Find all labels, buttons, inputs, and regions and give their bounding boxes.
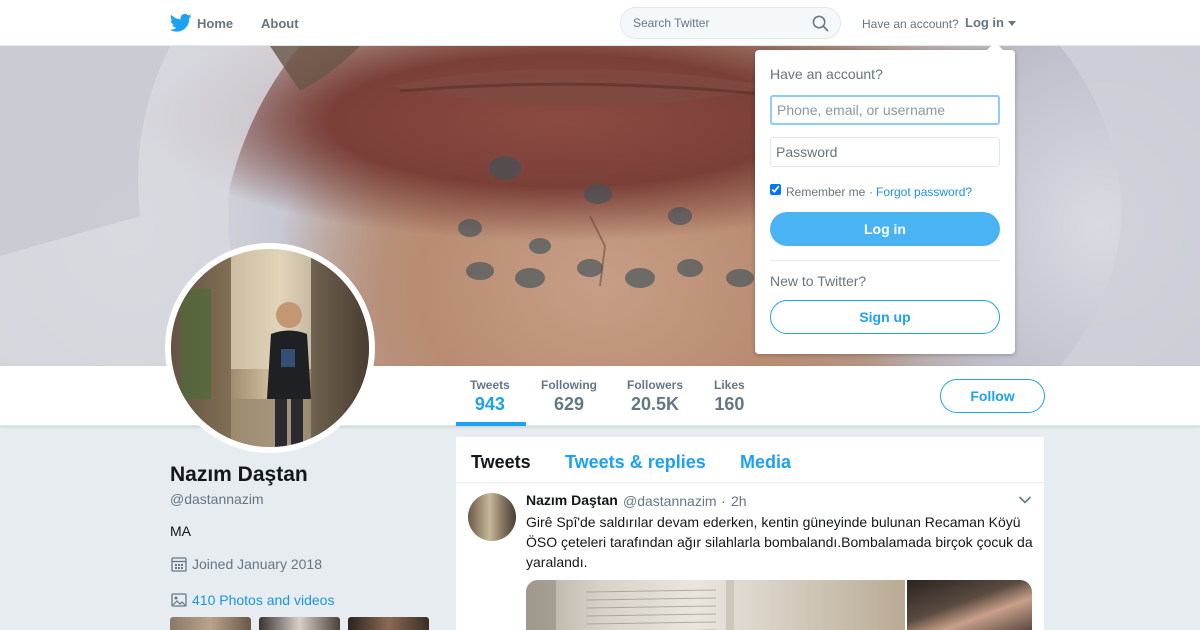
remember-me-label[interactable]: Remember me [786, 185, 865, 199]
stat-tweets-value: 943 [474, 394, 505, 414]
photo-thumbnail[interactable] [259, 617, 340, 630]
stat-tweets[interactable]: Tweets 943 [470, 378, 510, 415]
search-icon[interactable] [812, 15, 829, 32]
dropdown-arrow [987, 42, 1003, 50]
tweet-separator: · [721, 493, 726, 509]
follow-button[interactable]: Follow [940, 379, 1045, 413]
joined-date: Joined January 2018 [192, 556, 322, 572]
stat-likes-label: Likes [714, 378, 745, 392]
remember-me-checkbox[interactable] [770, 184, 781, 195]
caret-down-icon[interactable] [1008, 21, 1016, 26]
twitter-bird-icon[interactable] [170, 13, 192, 33]
tweet-author-handle[interactable]: @dastannazim [623, 493, 717, 509]
timeline-panel: Tweets Tweets & replies Media Nazım Daşt… [456, 437, 1044, 630]
tab-tweets[interactable]: Tweets [471, 452, 531, 473]
signup-button[interactable]: Sign up [770, 300, 1000, 334]
remember-separator: · [869, 185, 873, 199]
search-box [620, 7, 841, 39]
tweet-author-name[interactable]: Nazım Daştan [526, 492, 618, 508]
dropdown-divider [770, 260, 1000, 261]
stat-likes[interactable]: Likes 160 [714, 378, 745, 415]
photo-thumbnail[interactable] [170, 617, 251, 630]
have-account-text: Have an account? [862, 17, 959, 31]
tweet-media-image[interactable] [526, 580, 905, 630]
tweet-media-image[interactable] [907, 580, 1032, 630]
profile-handle[interactable]: @dastannazim [170, 491, 264, 507]
login-dropdown-title: Have an account? [770, 66, 883, 82]
photos-videos-link[interactable]: 410 Photos and videos [192, 592, 334, 608]
calendar-icon [171, 557, 187, 572]
stat-followers-value: 20.5K [630, 394, 680, 414]
top-navigation-bar: Home About Have an account? Log in [0, 0, 1200, 46]
nav-home-link[interactable]: Home [197, 16, 233, 31]
tab-media[interactable]: Media [740, 452, 791, 473]
login-dropdown: Have an account? Remember me · Forgot pa… [755, 42, 1015, 354]
login-dropdown-toggle[interactable]: Log in [965, 15, 1004, 30]
tweet-text: Girê Spî'de saldırılar devam ederken, ke… [526, 514, 1033, 570]
chevron-down-icon[interactable] [1018, 495, 1032, 505]
nav-about-link[interactable]: About [261, 16, 299, 31]
avatar-artwork [171, 249, 369, 447]
profile-bio: MA [170, 523, 191, 539]
stat-following-value: 629 [553, 394, 585, 414]
profile-full-name[interactable]: Nazım Daştan [170, 463, 308, 487]
timeline-tabs: Tweets Tweets & replies Media [456, 437, 1044, 483]
stat-following-label: Following [541, 378, 597, 392]
new-to-twitter-text: New to Twitter? [770, 273, 867, 289]
forgot-password-link[interactable]: Forgot password? [876, 185, 972, 199]
stat-following[interactable]: Following 629 [541, 378, 597, 415]
stat-tweets-label: Tweets [470, 378, 510, 392]
avatar-photo [171, 249, 369, 447]
login-button[interactable]: Log in [770, 212, 1000, 246]
password-field[interactable] [770, 137, 1000, 167]
tweet-timestamp[interactable]: 2h [731, 493, 747, 509]
media-artwork [526, 580, 734, 630]
stat-followers-label: Followers [627, 378, 684, 392]
search-input[interactable] [633, 15, 803, 31]
tweet-author-avatar[interactable] [468, 493, 516, 541]
photo-thumbnail[interactable] [348, 617, 429, 630]
stat-likes-value: 160 [714, 394, 745, 414]
stat-followers[interactable]: Followers 20.5K [627, 378, 683, 415]
tab-tweets-replies[interactable]: Tweets & replies [565, 452, 706, 473]
active-stat-underline [456, 422, 526, 426]
username-field[interactable] [770, 95, 1000, 125]
profile-avatar[interactable] [165, 243, 375, 453]
photo-icon [171, 593, 187, 607]
